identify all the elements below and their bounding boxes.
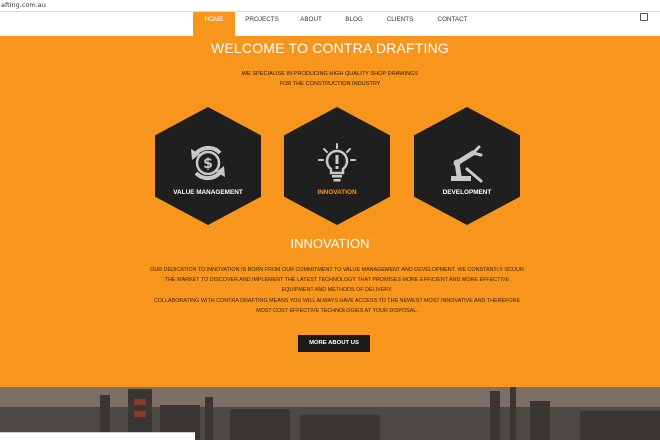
service-label: VALUE MANAGEMENT: [173, 189, 243, 196]
service-value-management[interactable]: $ VALUE MANAGEMENT: [155, 107, 261, 225]
nav-item-clients[interactable]: CLIENTS: [375, 12, 425, 36]
window-control-icon[interactable]: [634, 12, 660, 36]
nav-item-about[interactable]: ABOUT: [289, 12, 333, 36]
hero-title: WELCOME TO CONTRA DRAFTING: [210, 40, 450, 56]
service-label: DEVELOPMENT: [442, 189, 492, 196]
nav-item-blog[interactable]: BLOG: [333, 12, 375, 36]
section-body: OUR DEDICATION TO INNOVATION IS BORN FRO…: [150, 265, 524, 316]
section-paragraph-1: OUR DEDICATION TO INNOVATION IS BORN FRO…: [150, 267, 524, 294]
nav-menu: HOME PROJECTS ABOUT BLOG CLIENTS CONTACT: [193, 12, 480, 36]
url-text[interactable]: afting.com.au: [1, 1, 46, 9]
svg-text:$: $: [203, 156, 213, 172]
hero-subtitle: WE SPECIALISE IN PRODUCING HIGH QUALITY …: [0, 70, 660, 89]
lightbulb-icon: [318, 143, 356, 182]
nav-item-contact[interactable]: CONTACT: [425, 12, 480, 36]
hero-subtitle-line-2: FOR THE CONSTRUCTION INDUSTRY: [279, 80, 381, 87]
nav-item-projects[interactable]: PROJECTS: [235, 12, 289, 36]
more-about-us-button[interactable]: MORE ABOUT US: [298, 335, 370, 352]
nav-item-home[interactable]: HOME: [193, 12, 235, 36]
service-innovation[interactable]: INNOVATION: [284, 107, 390, 225]
section-title: INNOVATION: [290, 236, 370, 251]
browser-address-bar[interactable]: afting.com.au: [0, 0, 660, 12]
hero-subtitle-line-1: WE SPECIALISE IN PRODUCING HIGH QUALITY …: [241, 71, 419, 77]
section-paragraph-2: COLLABORATING WITH CONTRA DRAFTING MEANS…: [153, 297, 521, 314]
top-navigation: HOME PROJECTS ABOUT BLOG CLIENTS CONTACT: [0, 12, 660, 36]
dollar-cycle-icon: $: [191, 145, 225, 181]
browser-status-bar: [0, 432, 195, 440]
service-label: INNOVATION: [317, 189, 357, 196]
robot-arm-icon: [451, 145, 483, 183]
service-development[interactable]: DEVELOPMENT: [414, 107, 520, 225]
